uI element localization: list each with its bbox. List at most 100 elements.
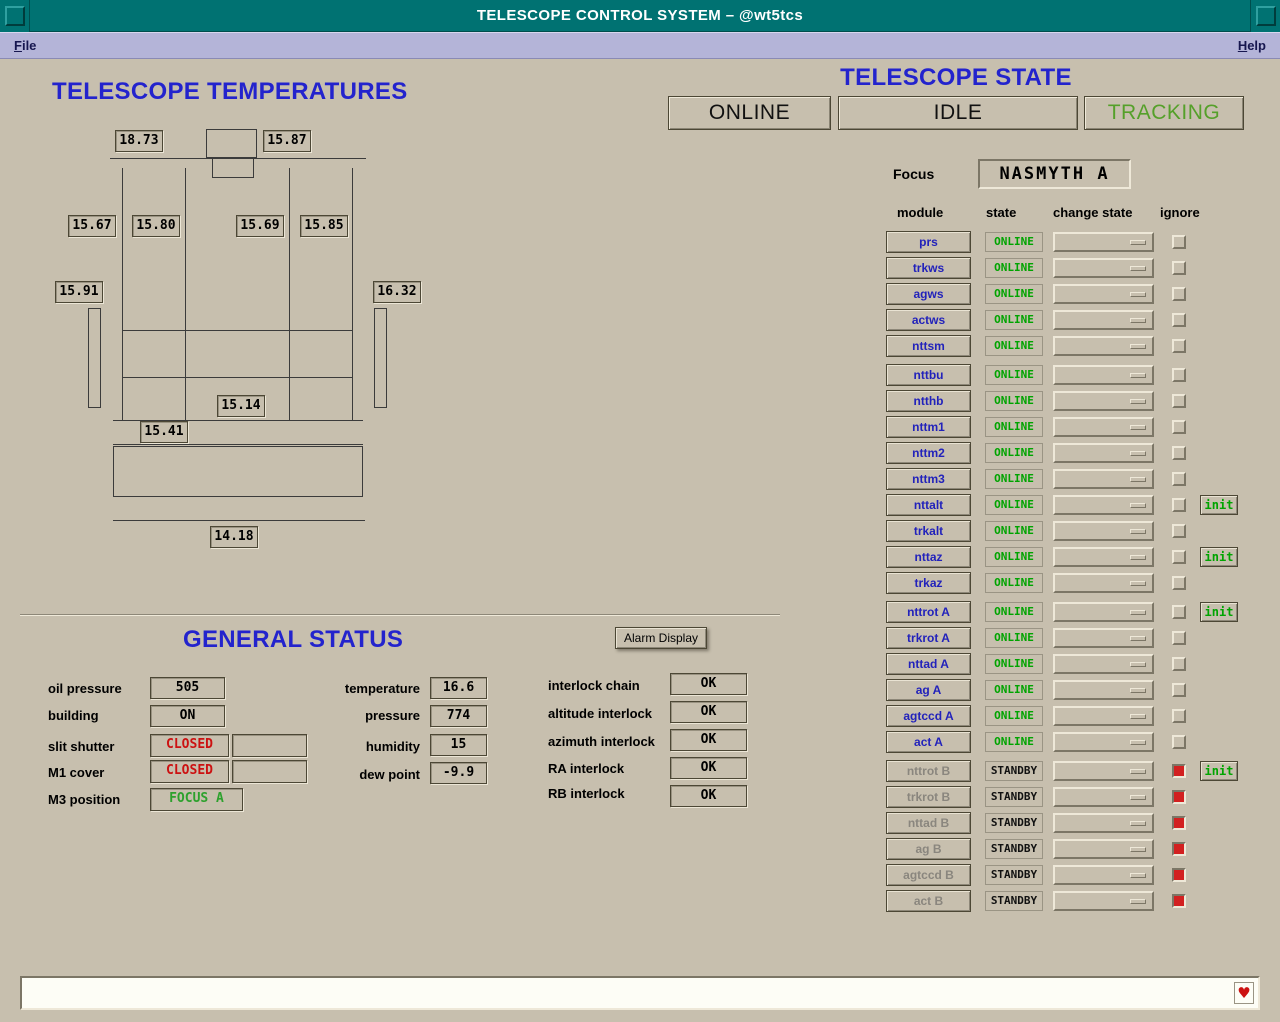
module-button[interactable]: act B xyxy=(886,890,971,912)
change-state-dropdown[interactable] xyxy=(1053,628,1154,648)
module-button[interactable]: prs xyxy=(886,231,971,253)
option-menu-dash-icon xyxy=(1130,662,1146,667)
change-state-dropdown[interactable] xyxy=(1053,417,1154,437)
module-button[interactable]: agtccd B xyxy=(886,864,971,886)
module-button[interactable]: trkaz xyxy=(886,572,971,594)
ignore-checkbox[interactable] xyxy=(1172,842,1186,856)
module-button[interactable]: nttm1 xyxy=(886,416,971,438)
change-state-dropdown[interactable] xyxy=(1053,732,1154,752)
module-button[interactable]: nttrot A xyxy=(886,601,971,623)
module-button[interactable]: nttrot B xyxy=(886,760,971,782)
ignore-checkbox[interactable] xyxy=(1172,446,1186,460)
change-state-dropdown[interactable] xyxy=(1053,521,1154,541)
ignore-checkbox[interactable] xyxy=(1172,605,1186,619)
module-button[interactable]: nttad A xyxy=(886,653,971,675)
module-button[interactable]: ag B xyxy=(886,838,971,860)
ignore-checkbox[interactable] xyxy=(1172,735,1186,749)
change-state-dropdown[interactable] xyxy=(1053,787,1154,807)
init-button[interactable]: init xyxy=(1200,495,1238,515)
change-state-dropdown[interactable] xyxy=(1053,391,1154,411)
init-button[interactable]: init xyxy=(1200,761,1238,781)
module-button[interactable]: agtccd A xyxy=(886,705,971,727)
module-button[interactable]: nttm3 xyxy=(886,468,971,490)
change-state-dropdown[interactable] xyxy=(1053,547,1154,567)
module-button[interactable]: agws xyxy=(886,283,971,305)
module-button[interactable]: nttaz xyxy=(886,546,971,568)
maximize-button[interactable] xyxy=(1250,0,1280,32)
change-state-dropdown[interactable] xyxy=(1053,839,1154,859)
module-button[interactable]: act A xyxy=(886,731,971,753)
change-state-dropdown[interactable] xyxy=(1053,680,1154,700)
option-menu-dash-icon xyxy=(1130,318,1146,323)
module-button[interactable]: trkalt xyxy=(886,520,971,542)
module-button[interactable]: nttalt xyxy=(886,494,971,516)
ignore-checkbox[interactable] xyxy=(1172,368,1186,382)
change-state-dropdown[interactable] xyxy=(1053,813,1154,833)
ignore-checkbox[interactable] xyxy=(1172,550,1186,564)
message-line[interactable]: ♥ xyxy=(20,976,1260,1010)
change-state-dropdown[interactable] xyxy=(1053,654,1154,674)
module-button[interactable]: ag A xyxy=(886,679,971,701)
module-button[interactable]: trkrot B xyxy=(886,786,971,808)
change-state-dropdown[interactable] xyxy=(1053,891,1154,911)
ignore-checkbox[interactable] xyxy=(1172,313,1186,327)
menu-file[interactable]: File xyxy=(10,38,40,53)
change-state-dropdown[interactable] xyxy=(1053,443,1154,463)
alert-heart-icon[interactable]: ♥ xyxy=(1234,982,1254,1004)
ignore-checkbox[interactable] xyxy=(1172,790,1186,804)
ignore-checkbox[interactable] xyxy=(1172,683,1186,697)
ignore-checkbox[interactable] xyxy=(1172,498,1186,512)
change-state-dropdown[interactable] xyxy=(1053,258,1154,278)
module-button[interactable]: ntthb xyxy=(886,390,971,412)
module-state: STANDBY xyxy=(985,865,1043,885)
module-button[interactable]: trkws xyxy=(886,257,971,279)
change-state-dropdown[interactable] xyxy=(1053,232,1154,252)
change-state-dropdown[interactable] xyxy=(1053,495,1154,515)
ignore-checkbox[interactable] xyxy=(1172,576,1186,590)
ignore-checkbox[interactable] xyxy=(1172,764,1186,778)
change-state-dropdown[interactable] xyxy=(1053,706,1154,726)
ignore-checkbox[interactable] xyxy=(1172,287,1186,301)
change-state-dropdown[interactable] xyxy=(1053,310,1154,330)
ignore-checkbox[interactable] xyxy=(1172,868,1186,882)
alarm-display-button[interactable]: Alarm Display xyxy=(615,627,707,649)
module-button[interactable]: nttsm xyxy=(886,335,971,357)
ignore-checkbox[interactable] xyxy=(1172,339,1186,353)
ra-interlock-value: OK xyxy=(670,757,747,779)
module-button[interactable]: nttbu xyxy=(886,364,971,386)
focus-value[interactable]: NASMYTH A xyxy=(978,159,1131,189)
module-button[interactable]: actws xyxy=(886,309,971,331)
module-row: nttm3ONLINE xyxy=(886,468,1258,490)
change-state-dropdown[interactable] xyxy=(1053,602,1154,622)
change-state-dropdown[interactable] xyxy=(1053,284,1154,304)
change-state-dropdown[interactable] xyxy=(1053,469,1154,489)
module-button[interactable]: nttad B xyxy=(886,812,971,834)
ignore-checkbox[interactable] xyxy=(1172,657,1186,671)
ignore-checkbox[interactable] xyxy=(1172,524,1186,538)
init-button[interactable]: init xyxy=(1200,602,1238,622)
pressure-label: pressure xyxy=(330,708,420,723)
ignore-checkbox[interactable] xyxy=(1172,261,1186,275)
change-state-dropdown[interactable] xyxy=(1053,336,1154,356)
ignore-checkbox[interactable] xyxy=(1172,709,1186,723)
ignore-checkbox[interactable] xyxy=(1172,235,1186,249)
change-state-dropdown[interactable] xyxy=(1053,865,1154,885)
module-button[interactable]: trkrot A xyxy=(886,627,971,649)
menu-help[interactable]: Help xyxy=(1234,38,1270,53)
module-button[interactable]: nttm2 xyxy=(886,442,971,464)
change-state-dropdown[interactable] xyxy=(1053,761,1154,781)
ignore-checkbox[interactable] xyxy=(1172,894,1186,908)
change-state-dropdown[interactable] xyxy=(1053,573,1154,593)
ignore-checkbox[interactable] xyxy=(1172,420,1186,434)
ignore-checkbox[interactable] xyxy=(1172,816,1186,830)
ignore-checkbox[interactable] xyxy=(1172,631,1186,645)
ignore-checkbox[interactable] xyxy=(1172,472,1186,486)
ignore-checkbox[interactable] xyxy=(1172,394,1186,408)
module-row: prsONLINE xyxy=(886,231,1258,253)
option-menu-dash-icon xyxy=(1130,555,1146,560)
init-button[interactable]: init xyxy=(1200,547,1238,567)
change-state-dropdown[interactable] xyxy=(1053,365,1154,385)
option-menu-dash-icon xyxy=(1130,847,1146,852)
window-menu-button[interactable] xyxy=(0,0,30,32)
module-state: STANDBY xyxy=(985,813,1043,833)
